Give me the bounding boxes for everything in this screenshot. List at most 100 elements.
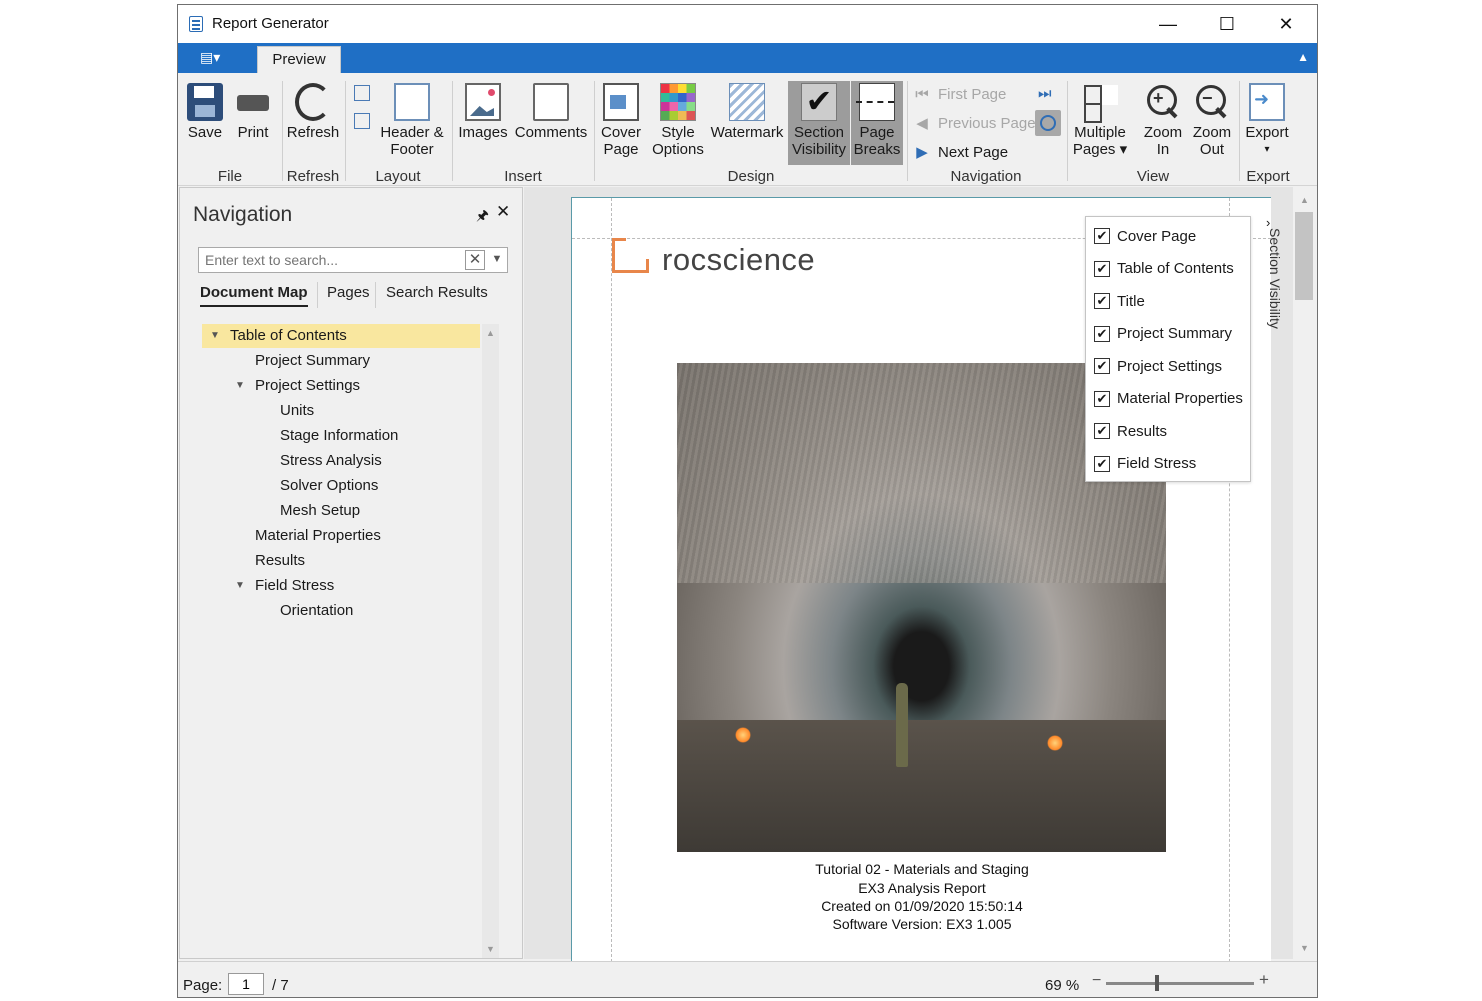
tab-preview[interactable]: Preview — [257, 46, 341, 73]
checkbox[interactable]: ✔ — [1094, 390, 1110, 407]
checkbox[interactable]: ✔ — [1094, 325, 1110, 342]
zoom-in-button[interactable]: + Zoom In — [1140, 83, 1186, 158]
last-page-icon[interactable]: ⏭ — [1038, 85, 1052, 102]
zoom-out-button[interactable]: − Zoom Out — [1189, 83, 1235, 158]
zoom-minus-icon[interactable]: − — [1092, 972, 1101, 990]
section-visibility-item[interactable]: ✔ Cover Page — [1094, 224, 1196, 248]
ribbon-tab-strip: ▤▾ Preview ▲ — [178, 43, 1317, 73]
tree-item[interactable]: Project Summary — [202, 349, 480, 373]
tree-item-label: Units — [280, 402, 315, 419]
document-scrollbar[interactable]: ▲ ▼ — [1293, 187, 1315, 959]
comment-icon — [533, 83, 569, 121]
checkbox[interactable]: ✔ — [1094, 293, 1110, 309]
tree-item[interactable]: Units — [202, 399, 480, 423]
refresh-icon — [295, 83, 331, 121]
tree-item[interactable]: Orientation — [202, 599, 480, 623]
checkbox[interactable]: ✔ — [1094, 260, 1110, 277]
section-visibility-item[interactable]: ✔ Project Summary — [1094, 322, 1232, 346]
tab-pages[interactable]: Pages — [327, 284, 370, 301]
minimize-button[interactable]: — — [1139, 5, 1197, 43]
navigation-pane-toggle[interactable] — [1035, 110, 1061, 136]
multiple-pages-button[interactable]: Multiple Pages ▾ — [1070, 83, 1130, 158]
section-visibility-side-tab[interactable]: › Section Visibility — [1262, 215, 1283, 365]
page-number-input[interactable] — [228, 973, 264, 995]
image-icon — [465, 83, 501, 121]
tree-scrollbar[interactable]: ▲ ▼ — [482, 324, 499, 958]
tree-item[interactable]: Material Properties — [202, 524, 480, 548]
export-button[interactable]: Export ▾ — [1242, 83, 1292, 158]
section-visibility-item-label: Results — [1117, 422, 1168, 440]
header-footer-button[interactable]: Header & Footer — [377, 83, 447, 158]
checkbox[interactable]: ✔ — [1094, 455, 1110, 472]
expand-caret-icon[interactable]: ▼ — [235, 374, 245, 398]
maximize-button[interactable]: ☐ — [1198, 5, 1256, 43]
page-breaks-button[interactable]: Page Breaks — [851, 81, 903, 165]
cover-page-button[interactable]: Cover Page — [598, 83, 644, 158]
tree-item[interactable]: Results — [202, 549, 480, 573]
tree-item-label: Project Summary — [255, 352, 371, 369]
tree-item[interactable]: ▼ Table of Contents — [202, 324, 480, 348]
first-page-button[interactable]: ⏮ First Page — [915, 86, 1006, 103]
collapse-ribbon-icon[interactable]: ▲ — [1297, 50, 1309, 64]
section-visibility-item[interactable]: ✔ Project Settings — [1094, 354, 1222, 378]
zoom-slider-track[interactable] — [1106, 982, 1254, 985]
group-label-refresh: Refresh — [286, 168, 340, 185]
multiple-pages-icon — [1082, 83, 1118, 123]
ribbon-separator — [1067, 81, 1068, 181]
watermark-button[interactable]: Watermark — [709, 83, 785, 141]
section-visibility-item[interactable]: ✔ Results — [1094, 419, 1167, 443]
navigation-panel: Navigation 🖈 ✕ ✕ ▼ Document Map Pages Se… — [179, 187, 523, 959]
tree-item[interactable]: ▼ Project Settings — [202, 374, 480, 398]
section-visibility-item[interactable]: ✔ Material Properties — [1094, 387, 1243, 411]
next-page-button[interactable]: ▶ Next Page — [915, 143, 1008, 162]
grid-layout-icon[interactable] — [354, 85, 370, 101]
scroll-up-icon[interactable]: ▲ — [486, 328, 495, 338]
search-input[interactable] — [199, 248, 461, 272]
zoom-slider-thumb[interactable] — [1155, 975, 1159, 991]
tree-item[interactable]: Mesh Setup — [202, 499, 480, 523]
tab-document-map[interactable]: Document Map — [200, 284, 308, 307]
zoom-percentage: 69 % — [1045, 977, 1080, 994]
window-title: Report Generator — [212, 15, 329, 32]
printer-icon — [235, 83, 271, 121]
chevron-down-icon[interactable]: ▼ — [487, 250, 507, 270]
style-options-button[interactable]: Style Options — [649, 83, 707, 158]
previous-page-icon: ◀ — [916, 115, 928, 132]
tree-item[interactable]: Stage Information — [202, 424, 480, 448]
close-button[interactable]: ✕ — [1257, 5, 1315, 43]
file-menu-icon[interactable]: ▤▾ — [200, 49, 230, 69]
previous-page-button[interactable]: ◀ Previous Page — [915, 114, 1035, 133]
close-panel-icon[interactable]: ✕ — [496, 202, 510, 222]
rocscience-logo-text: rocscience — [662, 242, 816, 277]
tree-item[interactable]: Stress Analysis — [202, 449, 480, 473]
scroll-down-icon[interactable]: ▼ — [486, 944, 495, 954]
clear-search-icon[interactable]: ✕ — [465, 250, 485, 270]
checkbox[interactable]: ✔ — [1094, 228, 1110, 244]
first-page-icon: ⏮ — [915, 86, 929, 103]
print-button[interactable]: Print — [233, 83, 273, 141]
images-button[interactable]: Images — [457, 83, 509, 141]
resize-layout-icon[interactable] — [354, 113, 370, 129]
tab-search-results[interactable]: Search Results — [386, 284, 488, 301]
refresh-button[interactable]: Refresh — [286, 83, 340, 141]
section-visibility-button[interactable]: ✔ Section Visibility — [788, 81, 850, 165]
scroll-down-icon[interactable]: ▼ — [1300, 943, 1309, 953]
comments-button[interactable]: Comments — [514, 83, 588, 141]
section-visibility-item[interactable]: ✔ Title — [1094, 289, 1145, 313]
expand-caret-icon[interactable]: ▼ — [235, 574, 245, 598]
scroll-up-icon[interactable]: ▲ — [1300, 195, 1309, 205]
scroll-thumb[interactable] — [1295, 212, 1313, 300]
tree-item[interactable]: Solver Options — [202, 474, 480, 498]
section-visibility-item[interactable]: ✔ Field Stress — [1094, 452, 1196, 476]
tree-item[interactable]: ▼ Field Stress — [202, 574, 480, 598]
pin-icon[interactable]: 🖈 — [476, 205, 489, 229]
ribbon: Save Print File Refresh Refresh Header &… — [178, 73, 1317, 186]
section-visibility-item[interactable]: ✔ Table of Contents — [1094, 257, 1234, 281]
checkbox[interactable]: ✔ — [1094, 423, 1110, 439]
save-button[interactable]: Save — [185, 83, 225, 141]
title-bar: Report Generator — ☐ ✕ — [178, 5, 1317, 43]
expand-caret-icon[interactable]: ▼ — [210, 324, 220, 348]
zoom-plus-icon[interactable]: + — [1259, 970, 1269, 990]
checkbox[interactable]: ✔ — [1094, 358, 1110, 374]
group-label-navigation: Navigation — [950, 168, 1022, 185]
